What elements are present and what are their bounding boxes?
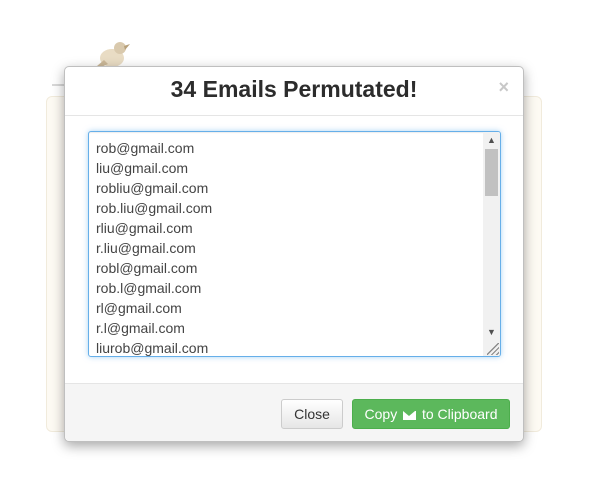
scroll-up-arrow-icon[interactable]: ▲ — [483, 132, 500, 148]
modal-footer: Close Copy to Clipboard — [65, 383, 523, 441]
permutation-result-modal: 34 Emails Permutated! × rob@gmail.com liu… — [64, 66, 524, 442]
email-list-item: rliu@gmail.com — [96, 220, 193, 236]
email-list-item: rob@gmail.com — [96, 140, 195, 156]
email-list: rob@gmail.com liu@gmail.com robliu@gmail.c… — [96, 138, 480, 356]
scroll-down-arrow-icon[interactable]: ▼ — [483, 324, 500, 340]
close-button[interactable]: Close — [281, 399, 343, 429]
email-list-item: r.l@gmail.com — [96, 320, 185, 336]
modal-header: 34 Emails Permutated! × — [65, 67, 523, 116]
email-list-item: robl@gmail.com — [96, 260, 198, 276]
copy-to-clipboard-button[interactable]: Copy to Clipboard — [352, 399, 510, 429]
email-list-item: liu@gmail.com — [96, 160, 189, 176]
envelope-icon — [403, 411, 417, 420]
close-x-icon[interactable]: × — [498, 77, 509, 97]
copy-label-prefix: Copy — [364, 406, 398, 422]
email-results-textarea[interactable]: rob@gmail.com liu@gmail.com robliu@gmail.c… — [88, 131, 501, 357]
resize-grip-icon[interactable] — [487, 343, 499, 355]
email-list-item: rl@gmail.com — [96, 300, 182, 316]
email-list-item: liurob@gmail.com — [96, 340, 209, 356]
copy-label-suffix: to Clipboard — [421, 406, 498, 422]
scroll-thumb[interactable] — [485, 149, 498, 196]
email-list-item: rob.l@gmail.com — [96, 280, 202, 296]
email-list-item: r.liu@gmail.com — [96, 240, 196, 256]
textarea-scrollbar[interactable]: ▲ ▼ — [483, 132, 500, 356]
modal-title: 34 Emails Permutated! — [170, 76, 418, 102]
email-list-item: rob.liu@gmail.com — [96, 200, 213, 216]
email-list-item: robliu@gmail.com — [96, 180, 209, 196]
